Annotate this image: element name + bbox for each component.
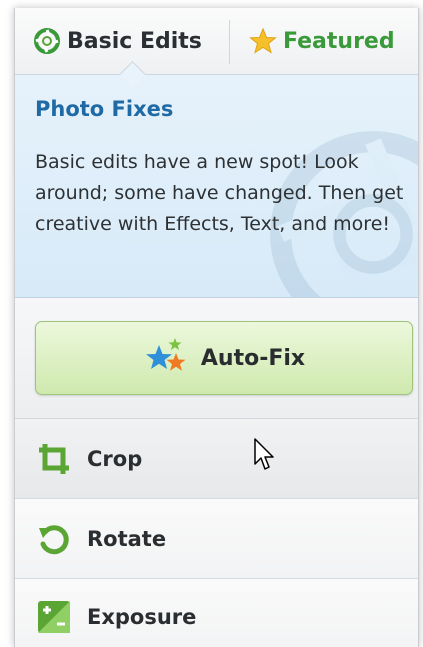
tool-exposure[interactable]: Exposure [15, 579, 418, 647]
exposure-label: Exposure [87, 605, 197, 629]
auto-fix-label: Auto-Fix [200, 345, 306, 371]
info-title: Photo Fixes [35, 97, 174, 121]
tab-featured-label: Featured [283, 28, 395, 54]
tab-divider [229, 20, 230, 64]
rotate-icon [39, 524, 69, 554]
tab-featured[interactable]: Featured [231, 8, 418, 74]
auto-fix-button[interactable]: Auto-Fix [35, 321, 413, 395]
tool-crop[interactable]: Crop [15, 419, 418, 499]
tab-basic-edits-label: Basic Edits [67, 28, 202, 54]
tab-basic-edits[interactable]: Basic Edits [15, 8, 229, 74]
star-icon [249, 27, 277, 54]
stars-icon [145, 338, 186, 371]
rotate-label: Rotate [87, 526, 167, 551]
exposure-icon [38, 601, 70, 633]
info-box: Photo Fixes Basic edits have a new spot!… [15, 75, 418, 298]
info-body: Basic edits have a new spot! Look around… [35, 151, 404, 235]
aperture-icon [34, 28, 60, 54]
crop-label: Crop [87, 446, 143, 471]
crop-icon [39, 443, 69, 474]
tab-bar: Basic Edits Featured [15, 8, 418, 75]
autofix-section: Auto-Fix [15, 298, 418, 419]
tool-rotate[interactable]: Rotate [15, 499, 418, 579]
editor-panel: Basic Edits Featured Photo Fixes Basic e… [14, 8, 419, 647]
